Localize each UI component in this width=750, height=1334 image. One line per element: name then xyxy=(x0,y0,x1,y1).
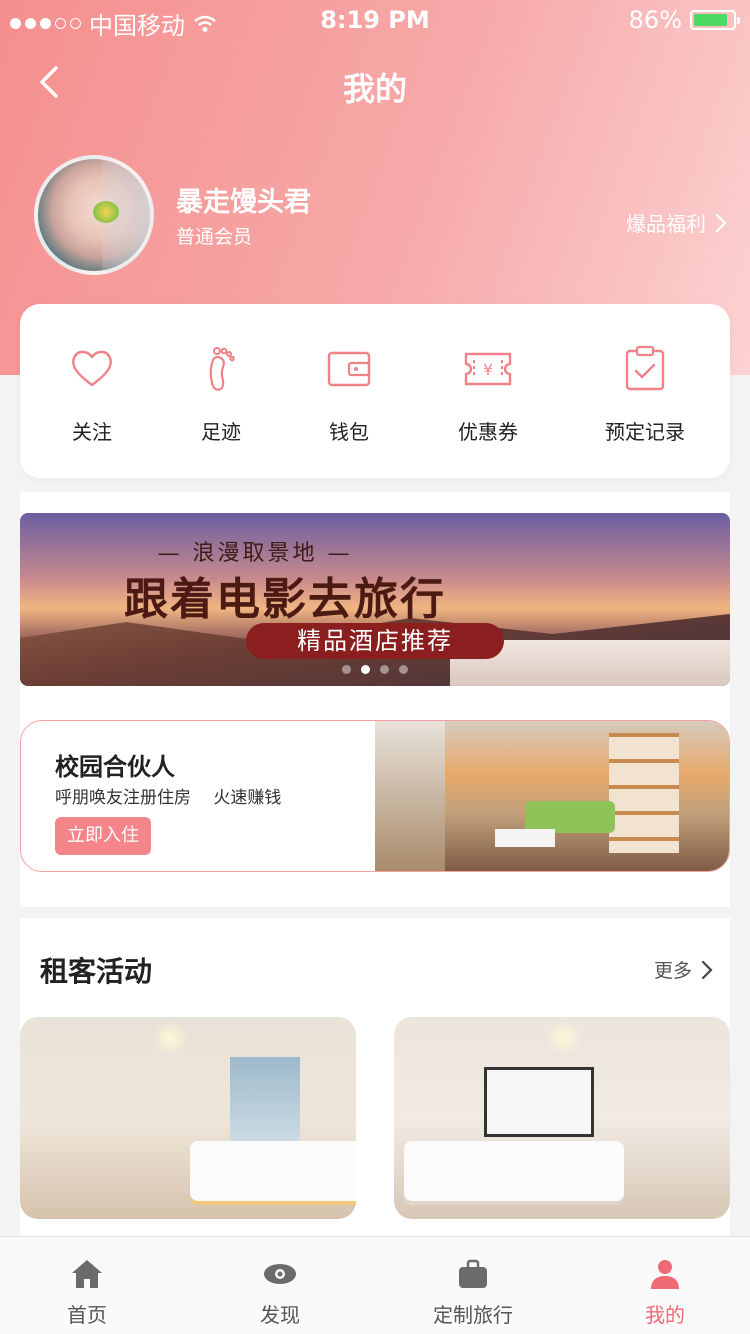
tab-label: 首页 xyxy=(67,1303,107,1327)
activity-room-image[interactable] xyxy=(394,1017,730,1219)
section-title: 租客活动 xyxy=(40,955,153,988)
tab-bar: 首页 发现 定制旅行 我的 xyxy=(0,1236,750,1334)
tab-custom-travel[interactable]: 定制旅行 xyxy=(398,1257,548,1328)
status-bar: 中国移动 8:19 PM 86% xyxy=(0,0,750,40)
banner-tag: 精品酒店推荐 xyxy=(246,623,504,659)
avatar[interactable] xyxy=(34,155,154,275)
quick-action-footprint[interactable]: 足迹 xyxy=(156,344,286,445)
user-name: 暴走馒头君 xyxy=(176,187,311,218)
person-icon xyxy=(651,1260,679,1289)
quick-action-wallet[interactable]: 钱包 xyxy=(284,344,414,445)
membership-level: 普通会员 xyxy=(176,226,253,248)
chevron-right-icon xyxy=(701,960,713,979)
quick-actions-card: 关注 足迹 钱包 ¥ 优惠券 预定记录 xyxy=(20,304,730,478)
tab-label: 定制旅行 xyxy=(433,1303,513,1327)
home-icon xyxy=(72,1260,102,1288)
battery-fill xyxy=(694,14,727,26)
banner-page-dot[interactable] xyxy=(380,665,389,674)
promo-room-image xyxy=(375,721,729,871)
perks-link-label: 爆品福利 xyxy=(626,212,706,236)
content-card: — 浪漫取景地 — 跟着电影去旅行 精品酒店推荐 校园合伙人 呼朋唤友注册住房 … xyxy=(20,492,730,907)
more-link-label: 更多 xyxy=(653,960,692,982)
activity-room-image[interactable] xyxy=(20,1017,356,1219)
tab-label: 我的 xyxy=(645,1303,685,1327)
suitcase-icon xyxy=(459,1259,487,1288)
perks-link[interactable]: 爆品福利 xyxy=(626,208,728,237)
quick-action-label: 优惠券 xyxy=(458,420,518,444)
coupon-icon: ¥ xyxy=(464,352,512,386)
quick-action-coupon[interactable]: ¥ 优惠券 xyxy=(423,344,553,445)
page-title: 我的 xyxy=(342,70,407,108)
battery-icon xyxy=(690,10,740,30)
campus-partner-card[interactable]: 校园合伙人 呼朋唤友注册住房 火速赚钱 立即入住 xyxy=(20,720,730,872)
tab-label: 发现 xyxy=(260,1303,300,1327)
quick-action-label: 预定记录 xyxy=(605,420,685,444)
tenant-activities-section: 租客活动 更多 xyxy=(20,918,730,1236)
banner-page-dot[interactable] xyxy=(399,665,408,674)
svg-text:¥: ¥ xyxy=(483,361,493,379)
wallet-icon xyxy=(327,351,371,387)
banner-page-dot[interactable] xyxy=(361,665,370,674)
tab-discover[interactable]: 发现 xyxy=(205,1257,355,1328)
check-in-button[interactable]: 立即入住 xyxy=(55,817,151,855)
battery-percent: 86% xyxy=(628,6,682,34)
tab-home[interactable]: 首页 xyxy=(12,1257,162,1328)
quick-action-label: 关注 xyxy=(72,420,112,444)
banner-page-dot[interactable] xyxy=(342,665,351,674)
quick-action-follow[interactable]: 关注 xyxy=(27,344,157,445)
eye-icon xyxy=(264,1264,296,1284)
nav-bar: 我的 xyxy=(0,58,750,108)
banner-pagination xyxy=(20,665,730,674)
footprint-icon xyxy=(209,347,235,391)
promo-title: 校园合伙人 xyxy=(55,753,175,781)
heart-icon xyxy=(72,350,112,387)
more-link[interactable]: 更多 xyxy=(654,956,714,983)
booking-record-icon xyxy=(625,345,665,391)
status-right: 86% xyxy=(628,6,740,34)
quick-action-booking-record[interactable]: 预定记录 xyxy=(580,344,710,445)
promo-banner[interactable]: — 浪漫取景地 — 跟着电影去旅行 精品酒店推荐 xyxy=(20,513,730,686)
promo-description: 呼朋唤友注册住房 火速赚钱 xyxy=(55,788,282,808)
banner-title: 跟着电影去旅行 xyxy=(124,574,446,625)
quick-action-label: 钱包 xyxy=(329,420,369,444)
chevron-right-icon xyxy=(715,213,727,232)
quick-action-label: 足迹 xyxy=(201,420,241,444)
tab-mine[interactable]: 我的 xyxy=(590,1257,740,1328)
